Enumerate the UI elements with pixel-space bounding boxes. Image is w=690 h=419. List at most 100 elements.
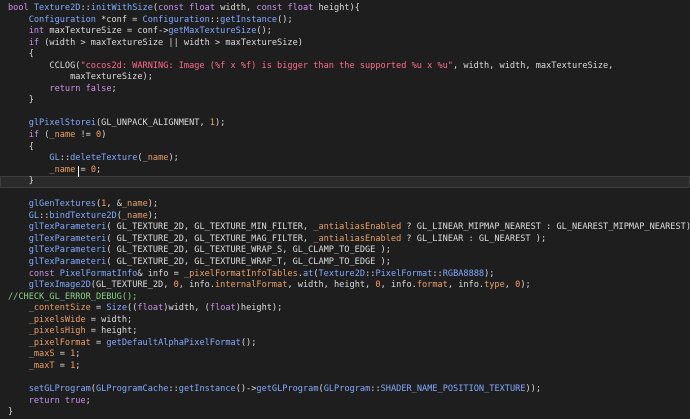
code-token: , width, height, [287, 280, 376, 291]
code-token: Texture2D [318, 268, 366, 279]
code-token: if [28, 130, 45, 141]
code-token: (( [127, 303, 138, 314]
code-line[interactable]: _name = 0; [0, 165, 690, 177]
code-line[interactable]: //CHECK_GL_ERROR_DEBUG(); [0, 292, 690, 304]
code-line[interactable]: GL::bindTexture2D(_name); [0, 211, 690, 223]
code-token: _pixelsWide [28, 314, 86, 325]
code-token: ; [111, 83, 117, 94]
code-token: :: [168, 384, 179, 395]
code-token: _name [121, 199, 148, 210]
code-token: (width > maxTextureSize || width > maxTe… [44, 37, 303, 48]
code-line[interactable]: return false; [0, 84, 690, 96]
code-token: Size [106, 303, 128, 314]
code-line[interactable]: } [0, 407, 690, 419]
code-line[interactable]: int maxTextureSize = conf->getMaxTexture… [0, 26, 690, 38]
code-line[interactable]: Configuration *conf = Configuration::get… [0, 15, 690, 27]
code-token: getGLProgram [256, 384, 319, 395]
code-line[interactable]: const PixelFormatInfo& info = _pixelForm… [0, 269, 690, 281]
code-token: float [209, 303, 236, 314]
code-token: = [90, 337, 107, 348]
code-token: "cocos2d: WARNING: Image (%f x %f) is bi… [80, 60, 453, 71]
code-token: , info. [380, 280, 417, 291]
code-area[interactable]: bool Texture2D::initWithSize(const float… [0, 3, 690, 419]
code-token: glTexImage2D [28, 280, 91, 291]
code-line[interactable] [0, 188, 690, 200]
code-token: maxTextureSize); [8, 72, 153, 83]
code-token: _pixelFormatInfoTables [183, 268, 298, 279]
code-token: ); [484, 268, 495, 279]
code-line[interactable]: { [0, 49, 690, 61]
code-editor[interactable]: bool Texture2D::initWithSize(const float… [0, 0, 690, 419]
code-token: = height; [85, 326, 138, 337]
code-token: const [28, 268, 60, 279]
code-line[interactable]: glTexParameteri( GL_TEXTURE_2D, GL_TEXTU… [0, 257, 690, 269]
code-line[interactable]: if (_name != 0) [0, 130, 690, 142]
code-token: return true [28, 395, 86, 406]
code-token: (); [240, 337, 257, 348]
code-token: ); [147, 210, 159, 221]
code-line[interactable]: setGLProgram(GLProgramCache::getInstance… [0, 384, 690, 396]
code-line[interactable]: GL::deleteTexture(_name); [0, 153, 690, 165]
code-token: const float [256, 3, 319, 13]
code-token: ( GL_TEXTURE_2D, GL_TEXTURE_WRAP_S, GL_C… [106, 245, 391, 256]
code-token: Texture2D [33, 3, 81, 13]
code-token: const float [158, 3, 221, 13]
code-line[interactable]: if (width > maxTextureSize || width > ma… [0, 38, 690, 50]
code-token: ( GL_TEXTURE_2D, GL_TEXTURE_WRAP_T, GL_C… [106, 257, 391, 268]
code-token: ); [214, 118, 226, 129]
code-token: :: [432, 268, 443, 279]
code-token: ? GL_LINEAR : GL_NEAREST ); [401, 233, 547, 244]
code-line[interactable]: _pixelsWide = width; [0, 315, 690, 327]
code-line[interactable]: glPixelStorei(GL_UNPACK_ALIGNMENT, 1); [0, 118, 690, 130]
code-token: = width; [85, 314, 133, 325]
code-token: if [28, 37, 45, 48]
code-line[interactable]: glTexParameteri( GL_TEXTURE_2D, GL_TEXTU… [0, 234, 690, 246]
code-token: ); [147, 199, 159, 210]
code-line[interactable] [0, 373, 690, 385]
code-line[interactable]: glTexImage2D(GL_TEXTURE_2D, 0, info.inte… [0, 280, 690, 292]
code-line[interactable]: maxTextureSize); [0, 72, 690, 84]
code-token: *conf = [101, 14, 143, 25]
code-token: )); [525, 384, 542, 395]
code-line[interactable]: } [0, 176, 690, 188]
code-token: { [8, 49, 34, 60]
code-line[interactable]: _pixelFormat = getDefaultAlphaPixelForma… [0, 338, 690, 350]
code-token: = [54, 349, 71, 360]
code-line[interactable] [0, 107, 690, 119]
code-line[interactable]: _contentSize = Size((float)width, (float… [0, 303, 690, 315]
code-token: height){ [318, 3, 360, 13]
code-line[interactable]: bool Texture2D::initWithSize(const float… [0, 3, 690, 15]
code-token: ? GL_LINEAR_MIPMAP_NEAREST : GL_NEAREST_… [401, 222, 690, 233]
code-line[interactable]: glGenTextures(1, &_name); [0, 199, 690, 211]
code-token: _name [121, 210, 148, 221]
code-line[interactable]: CCLOG("cocos2d: WARNING: Image (%f x %f)… [0, 61, 690, 73]
code-token: )width, ( [163, 303, 210, 314]
code-token: float [137, 303, 164, 314]
code-token: } [8, 95, 34, 106]
code-token: _name [49, 164, 76, 175]
code-token: CCLOG( [8, 60, 81, 71]
code-token: _name [142, 153, 169, 164]
code-line[interactable]: glTexParameteri( GL_TEXTURE_2D, GL_TEXTU… [0, 245, 690, 257]
code-token: = [90, 303, 107, 314]
code-token: , info. [178, 280, 215, 291]
code-line[interactable]: return true; [0, 396, 690, 408]
code-token: PixelFormat [375, 268, 433, 279]
code-line[interactable]: { [0, 142, 690, 154]
code-line[interactable]: _pixelsHigh = height; [0, 326, 690, 338]
code-token: { [8, 141, 34, 152]
code-line[interactable]: glTexParameteri( GL_TEXTURE_2D, GL_TEXTU… [0, 222, 690, 234]
code-line[interactable]: } [0, 95, 690, 107]
code-line[interactable]: _maxT = 1; [0, 361, 690, 373]
code-token: ; [75, 349, 81, 360]
code-line[interactable]: _maxS = 1; [0, 349, 690, 361]
